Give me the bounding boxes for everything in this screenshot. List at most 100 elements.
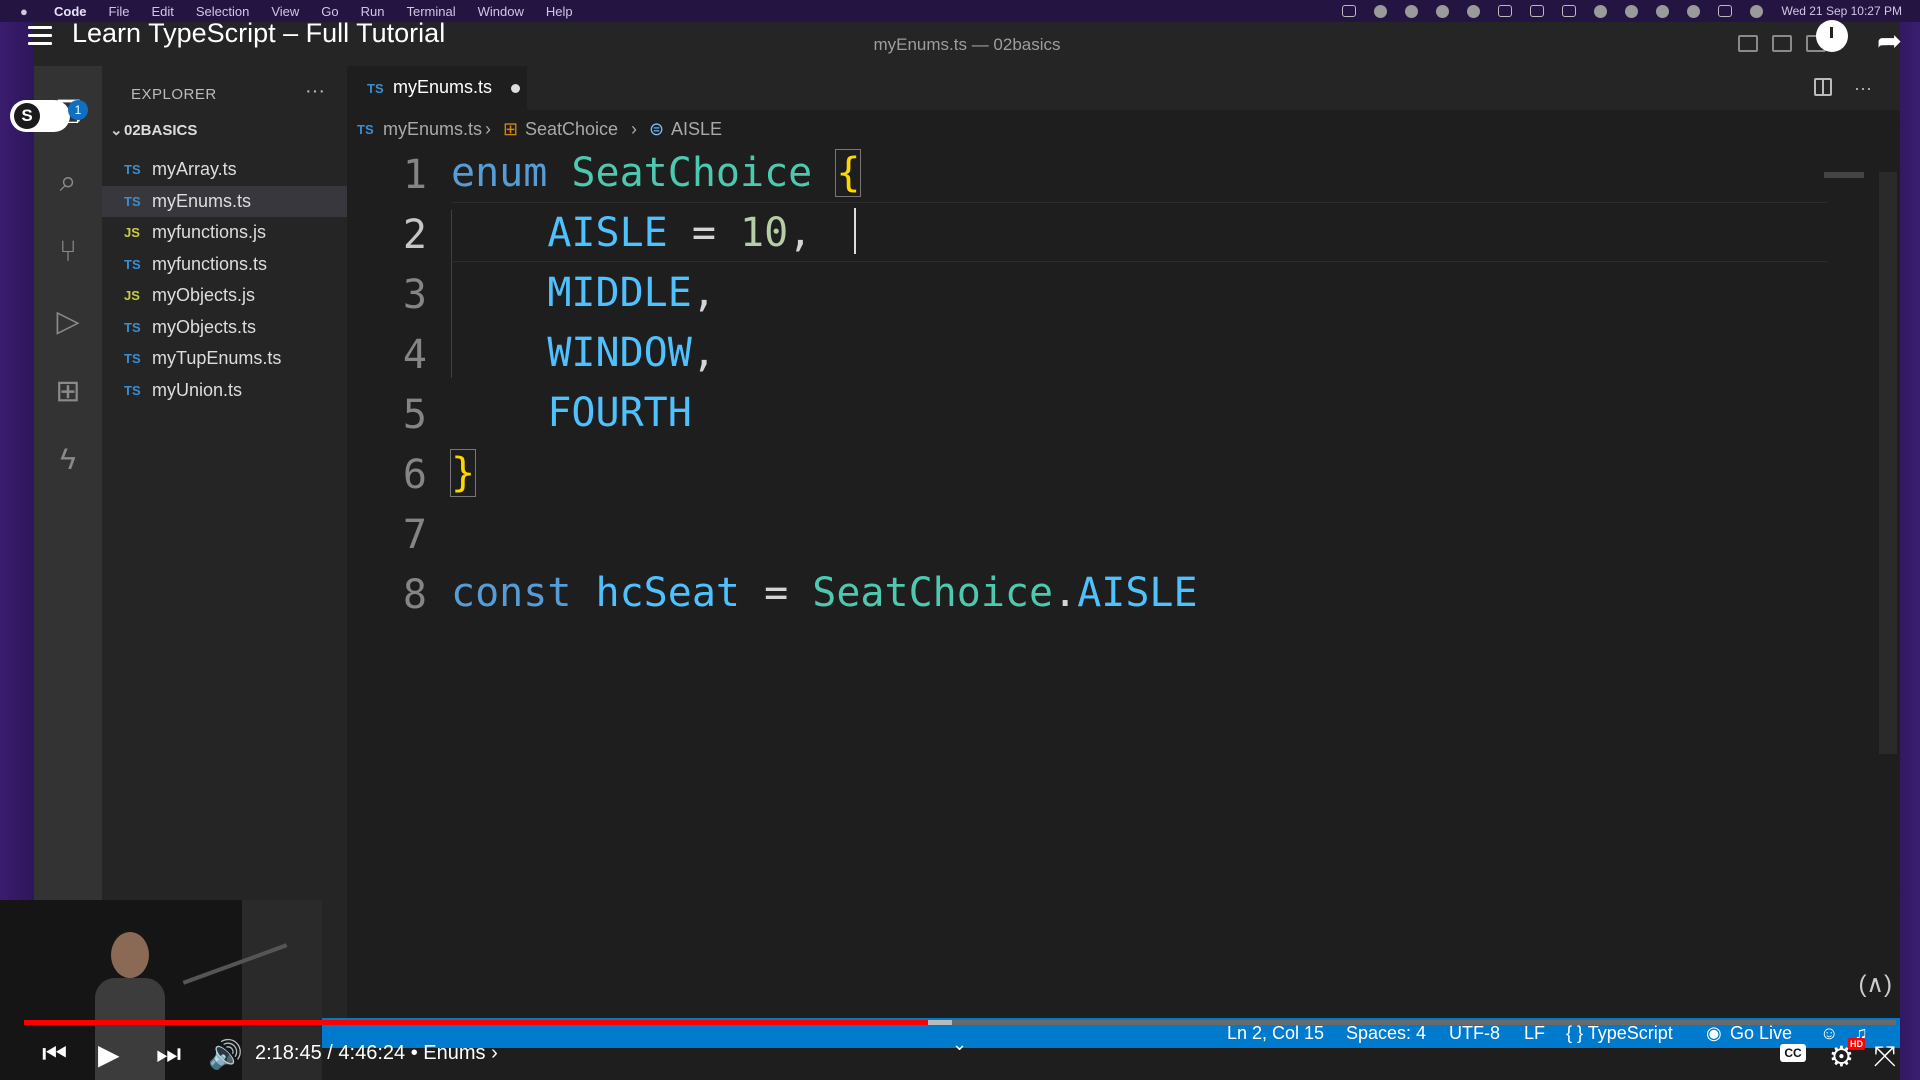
menu-file[interactable]: File bbox=[109, 4, 130, 19]
cloud-icon[interactable] bbox=[1405, 4, 1419, 18]
share-icon[interactable]: ➦ bbox=[1877, 24, 1902, 59]
code-line-1[interactable]: 1 enum SeatChoice { bbox=[347, 142, 1867, 202]
camera-icon[interactable] bbox=[1562, 5, 1577, 17]
menu-code[interactable]: Code bbox=[54, 4, 87, 19]
file-item[interactable]: TS myObjects.ts bbox=[102, 312, 347, 343]
menu-run[interactable]: Run bbox=[361, 4, 385, 19]
breadcrumb-symbol-enum[interactable]: SeatChoice bbox=[525, 119, 618, 140]
download-icon[interactable] bbox=[1530, 5, 1545, 17]
search-icon[interactable] bbox=[1687, 4, 1701, 18]
code-line-8[interactable]: 8 const hcSeat = SeatChoice.AISLE bbox=[347, 562, 1867, 622]
search-icon[interactable]: ⌕ bbox=[50, 164, 86, 200]
line-text: AISLE = 10, bbox=[451, 210, 812, 256]
watch-later-icon[interactable] bbox=[1816, 20, 1848, 52]
enum-member-aisle: AISLE bbox=[1077, 570, 1198, 616]
explorer-more-icon[interactable]: ··· bbox=[305, 80, 325, 103]
code-line-5[interactable]: 5 FOURTH bbox=[347, 382, 1867, 442]
menu-go[interactable]: Go bbox=[321, 4, 338, 19]
sidebar-toggle-icon[interactable] bbox=[1342, 5, 1357, 17]
channel-watermark-icon[interactable]: (∧) bbox=[1858, 970, 1892, 999]
dropbox-icon[interactable] bbox=[1374, 4, 1388, 18]
menu-window[interactable]: Window bbox=[478, 4, 524, 19]
file-item[interactable]: TS myfunctions.ts bbox=[102, 249, 347, 280]
yt-menu-icon[interactable] bbox=[28, 26, 52, 50]
toggle-panel-icon[interactable] bbox=[1772, 35, 1792, 52]
menu-terminal[interactable]: Terminal bbox=[407, 4, 456, 19]
menu-help[interactable]: Help bbox=[546, 4, 573, 19]
progress-buffered bbox=[928, 1020, 953, 1025]
folder-02basics[interactable]: ⌄02BASICS bbox=[110, 121, 197, 139]
grid-icon[interactable] bbox=[1498, 5, 1513, 17]
menu-selection[interactable]: Selection bbox=[196, 4, 249, 19]
file-item[interactable]: JS myObjects.js bbox=[102, 280, 347, 311]
video-progress-bar[interactable] bbox=[24, 1020, 1896, 1025]
file-item[interactable]: JS myfunctions.js bbox=[102, 217, 347, 248]
next-icon[interactable]: ⏭ bbox=[156, 1038, 181, 1071]
editor-scrollbar[interactable] bbox=[1879, 172, 1897, 754]
chapter-link[interactable]: • Enums › bbox=[411, 1042, 498, 1064]
tab-myenums[interactable]: TS myEnums.ts bbox=[347, 66, 527, 110]
chevron-down-icon[interactable]: ⌄ bbox=[952, 1034, 967, 1055]
javascript-file-icon: JS bbox=[124, 225, 140, 240]
siri-icon[interactable] bbox=[1750, 4, 1764, 18]
wifi-icon[interactable] bbox=[1656, 4, 1670, 18]
minimap[interactable] bbox=[1824, 172, 1864, 178]
exit-fullscreen-icon[interactable]: ⤧ bbox=[1874, 1040, 1896, 1073]
file-name: myObjects.ts bbox=[152, 317, 257, 337]
video-title[interactable]: Learn TypeScript – Full Tutorial bbox=[72, 18, 445, 49]
previous-icon[interactable]: ⏮ bbox=[42, 1038, 67, 1071]
file-item[interactable]: TS myTupEnums.ts bbox=[102, 343, 347, 374]
unsaved-dot-icon[interactable] bbox=[511, 84, 520, 93]
file-name: myfunctions.js bbox=[152, 222, 267, 242]
menubar-status-area: Wed 21 Sep 10:27 PM bbox=[1342, 0, 1902, 22]
toggle-sidebar-icon[interactable] bbox=[1738, 35, 1758, 52]
code-line-4[interactable]: 4 WINDOW, bbox=[347, 322, 1867, 382]
line-number: 4 bbox=[402, 332, 427, 378]
bluetooth-icon[interactable] bbox=[1594, 4, 1608, 18]
play-icon[interactable]: ▶ bbox=[98, 1038, 120, 1071]
menubar-clock[interactable]: Wed 21 Sep 10:27 PM bbox=[1781, 4, 1902, 18]
close-brace: } bbox=[449, 449, 477, 497]
mail-icon[interactable] bbox=[1436, 4, 1450, 18]
code-line-7[interactable]: 7 bbox=[347, 502, 1867, 562]
typescript-file-icon: TS bbox=[124, 162, 141, 177]
file-item[interactable]: TS myArray.ts bbox=[102, 154, 347, 185]
number-literal: 10 bbox=[740, 210, 789, 256]
control-center-icon[interactable] bbox=[1718, 5, 1733, 17]
apple-logo-icon[interactable]: ● bbox=[20, 4, 32, 19]
explorer-header: EXPLORER bbox=[131, 86, 217, 103]
file-item[interactable]: TS myUnion.ts bbox=[102, 375, 347, 406]
split-editor-icon[interactable] bbox=[1814, 78, 1833, 96]
breadcrumb-symbol-member[interactable]: AISLE bbox=[671, 119, 722, 140]
code-line-3[interactable]: 3 MIDDLE, bbox=[347, 262, 1867, 322]
chevron-down-icon: ⌄ bbox=[110, 122, 123, 139]
breadcrumb-file[interactable]: myEnums.ts bbox=[383, 119, 482, 140]
run-debug-icon[interactable]: ▷ bbox=[50, 304, 86, 340]
file-item-active[interactable]: TS myEnums.ts bbox=[102, 186, 347, 217]
line-number: 2 bbox=[402, 212, 427, 258]
play-circle-icon[interactable] bbox=[1625, 4, 1639, 18]
line-text: MIDDLE, bbox=[451, 270, 716, 316]
file-name: myUnion.ts bbox=[152, 380, 243, 400]
hd-badge: HD bbox=[1848, 1038, 1865, 1050]
activity-bar: ❐ ⌕ ⑂ ▷ ⊞ ϟ bbox=[34, 66, 102, 1036]
code-line-6[interactable]: 6 } bbox=[347, 442, 1867, 502]
code-editor[interactable]: 1 enum SeatChoice { 2 AISLE = 10, 3 MIDD… bbox=[347, 142, 1867, 1002]
typescript-file-icon: TS bbox=[124, 194, 141, 209]
menu-edit[interactable]: Edit bbox=[151, 4, 173, 19]
captions-button[interactable]: CC bbox=[1780, 1044, 1806, 1062]
type-seatchoice: SeatChoice bbox=[571, 150, 813, 196]
extensions-icon[interactable]: ⊞ bbox=[50, 374, 86, 410]
file-name: myfunctions.ts bbox=[152, 254, 268, 274]
volume-icon[interactable]: 🔊 bbox=[208, 1038, 243, 1071]
record-icon[interactable] bbox=[1467, 4, 1481, 18]
chevron-right-icon: › bbox=[485, 119, 491, 139]
chevron-right-icon: › bbox=[631, 119, 637, 139]
account-badge[interactable]: S bbox=[10, 100, 70, 132]
source-control-icon[interactable]: ⑂ bbox=[50, 234, 86, 270]
menu-view[interactable]: View bbox=[271, 4, 299, 19]
dot: . bbox=[1053, 570, 1078, 616]
lightning-icon[interactable]: ϟ bbox=[50, 442, 86, 478]
code-line-2[interactable]: 2 AISLE = 10, bbox=[347, 202, 1867, 262]
more-actions-icon[interactable]: ··· bbox=[1854, 78, 1872, 99]
